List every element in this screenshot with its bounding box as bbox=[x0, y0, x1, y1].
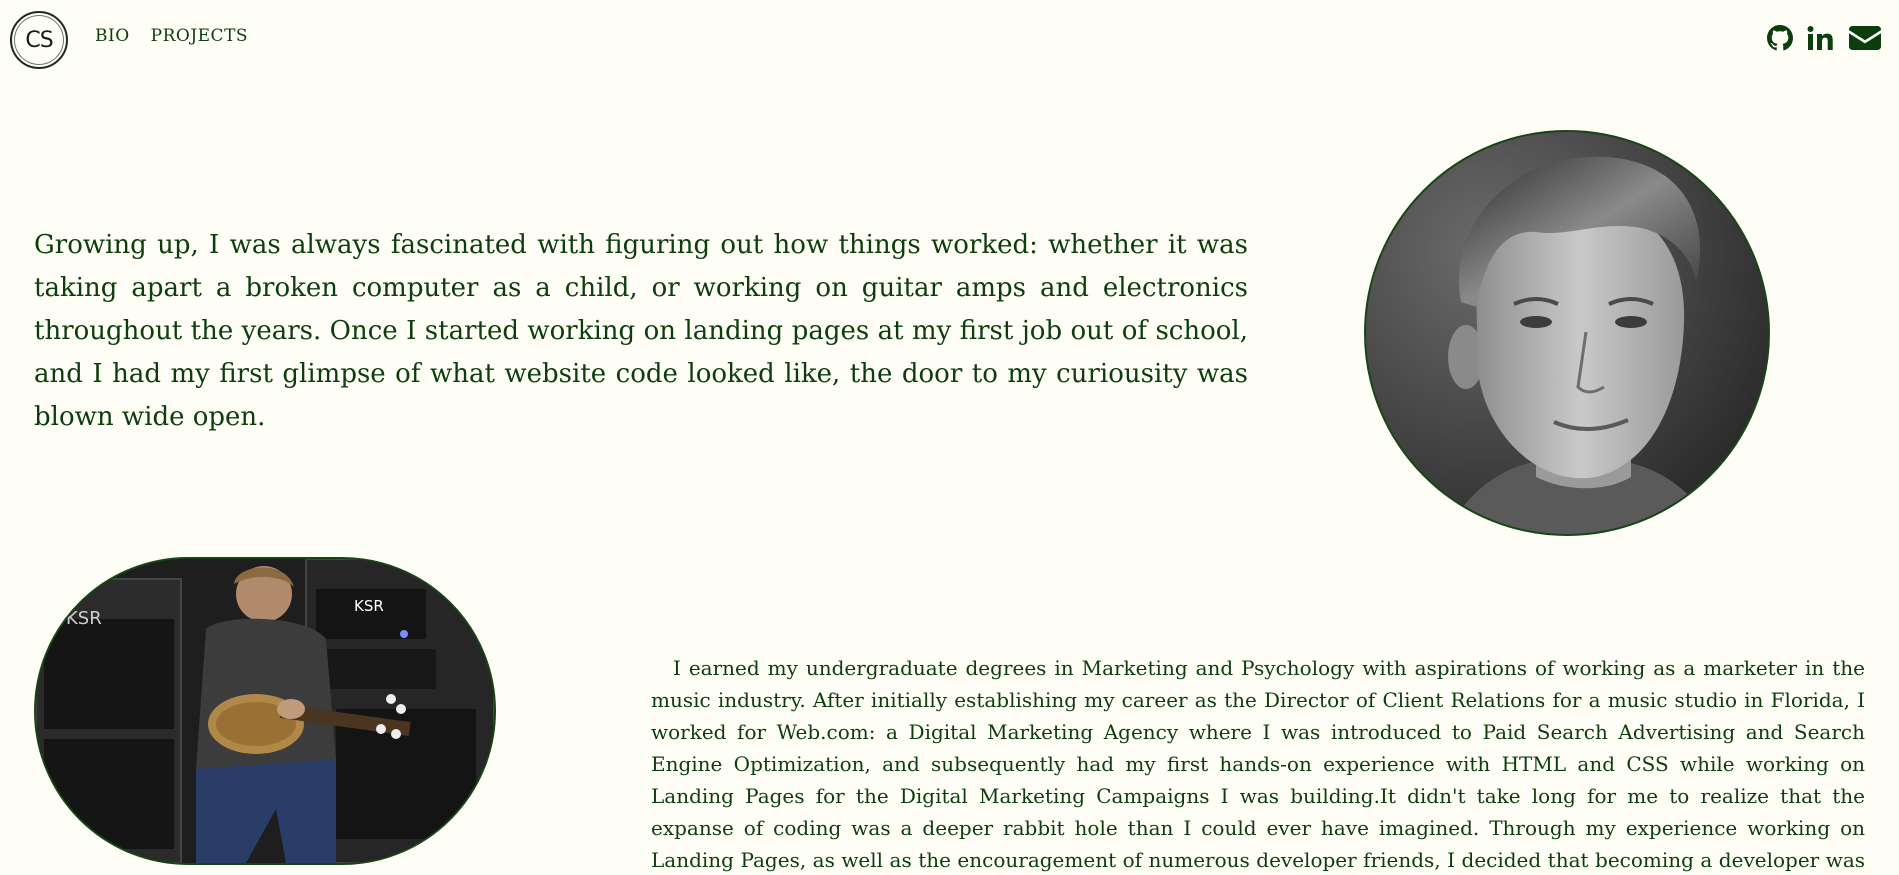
amp-logo-top: KSR bbox=[354, 597, 384, 615]
social-links bbox=[1767, 25, 1881, 51]
nav-link-projects[interactable]: PROJECTS bbox=[151, 26, 248, 46]
github-icon[interactable] bbox=[1767, 25, 1793, 51]
site-logo[interactable]: CS bbox=[10, 11, 68, 69]
envelope-icon[interactable] bbox=[1849, 25, 1881, 51]
nav-link-bio[interactable]: BIO bbox=[95, 26, 130, 46]
amp-logo-left: KSR bbox=[66, 608, 102, 629]
bio-page: CS BIO PROJECTS Growing up, I was always… bbox=[0, 0, 1899, 875]
bio-intro-text: Growing up, I was always fascinated with… bbox=[34, 230, 1248, 432]
guitar-photo: KSR KSR bbox=[34, 557, 496, 865]
logo-text: CS bbox=[25, 27, 53, 53]
bio-story-text: I earned my undergraduate degrees in Mar… bbox=[651, 656, 1865, 872]
linkedin-icon[interactable] bbox=[1807, 25, 1835, 51]
main-nav: BIO PROJECTS bbox=[95, 26, 248, 46]
profile-photo bbox=[1364, 130, 1770, 536]
